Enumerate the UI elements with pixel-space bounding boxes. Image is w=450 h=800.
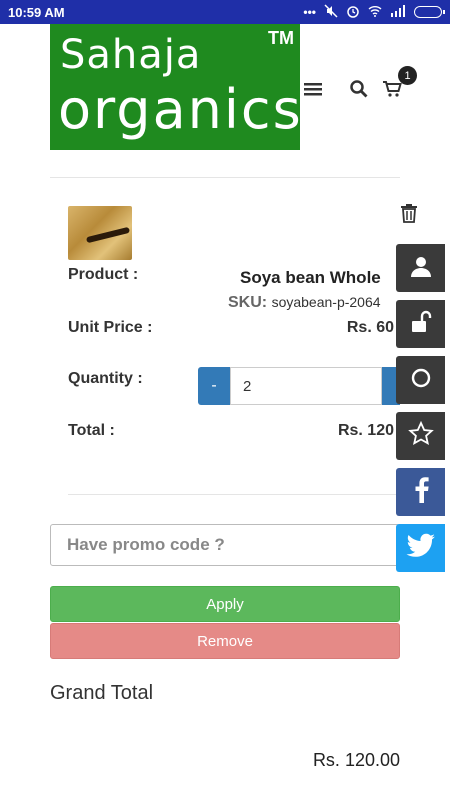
divider — [68, 494, 400, 495]
product-name[interactable]: Soya bean Whole — [240, 268, 381, 288]
battery-icon — [414, 6, 445, 18]
brand-logo[interactable]: Sahaja organics TM — [50, 24, 303, 150]
promo-code-input[interactable]: Have promo code ? — [50, 524, 400, 566]
star-icon — [407, 420, 434, 452]
quantity-label: Quantity : — [68, 370, 143, 387]
user-icon — [409, 254, 433, 283]
status-icons: ••• — [303, 3, 445, 21]
cart-count-badge: 1 — [398, 66, 417, 85]
orders-button[interactable] — [396, 356, 445, 404]
unit-price-label: Unit Price : — [68, 319, 153, 336]
quantity-input[interactable]: 2 — [230, 367, 382, 405]
unlock-icon — [409, 310, 433, 339]
sku-row: SKU: soyabean-p-2064 — [228, 294, 381, 312]
dots-icon: ••• — [303, 5, 316, 19]
circle-icon — [409, 366, 433, 395]
menu-icon[interactable] — [302, 78, 324, 100]
status-time: 10:59 AM — [8, 4, 65, 20]
facebook-share-button[interactable] — [396, 468, 445, 516]
status-bar: 10:59 AM ••• — [0, 0, 450, 24]
sku-label: SKU: — [228, 294, 268, 311]
alarm-icon — [346, 4, 360, 21]
login-button[interactable] — [396, 300, 445, 348]
search-icon[interactable] — [348, 78, 370, 100]
brand-line1: Sahaja — [60, 32, 202, 78]
facebook-icon — [411, 476, 431, 508]
mute-icon — [324, 3, 338, 21]
twitter-icon — [406, 533, 436, 564]
signal-icon — [390, 4, 406, 20]
grand-total-value: Rs. 120.00 — [312, 750, 400, 770]
total-value: Rs. 120 — [337, 422, 394, 439]
sku-code: soyabean-p-2064 — [271, 294, 381, 310]
product-thumbnail[interactable] — [68, 206, 132, 260]
remove-button[interactable]: Remove — [50, 623, 400, 659]
wifi-icon — [368, 5, 382, 20]
grand-total-label: Grand Total — [50, 682, 154, 704]
trash-icon[interactable] — [400, 203, 420, 225]
wishlist-button[interactable] — [396, 412, 445, 460]
divider — [50, 177, 400, 178]
twitter-share-button[interactable] — [396, 524, 445, 572]
account-button[interactable] — [396, 244, 445, 292]
brand-line2: organics — [58, 78, 303, 141]
unit-price-value: Rs. 60 — [346, 319, 394, 336]
total-label: Total : — [68, 422, 115, 439]
quantity-decrease-button[interactable]: - — [198, 367, 230, 405]
product-label: Product : — [68, 266, 139, 283]
apply-button[interactable]: Apply — [50, 586, 400, 622]
brand-tm: TM — [268, 28, 294, 48]
